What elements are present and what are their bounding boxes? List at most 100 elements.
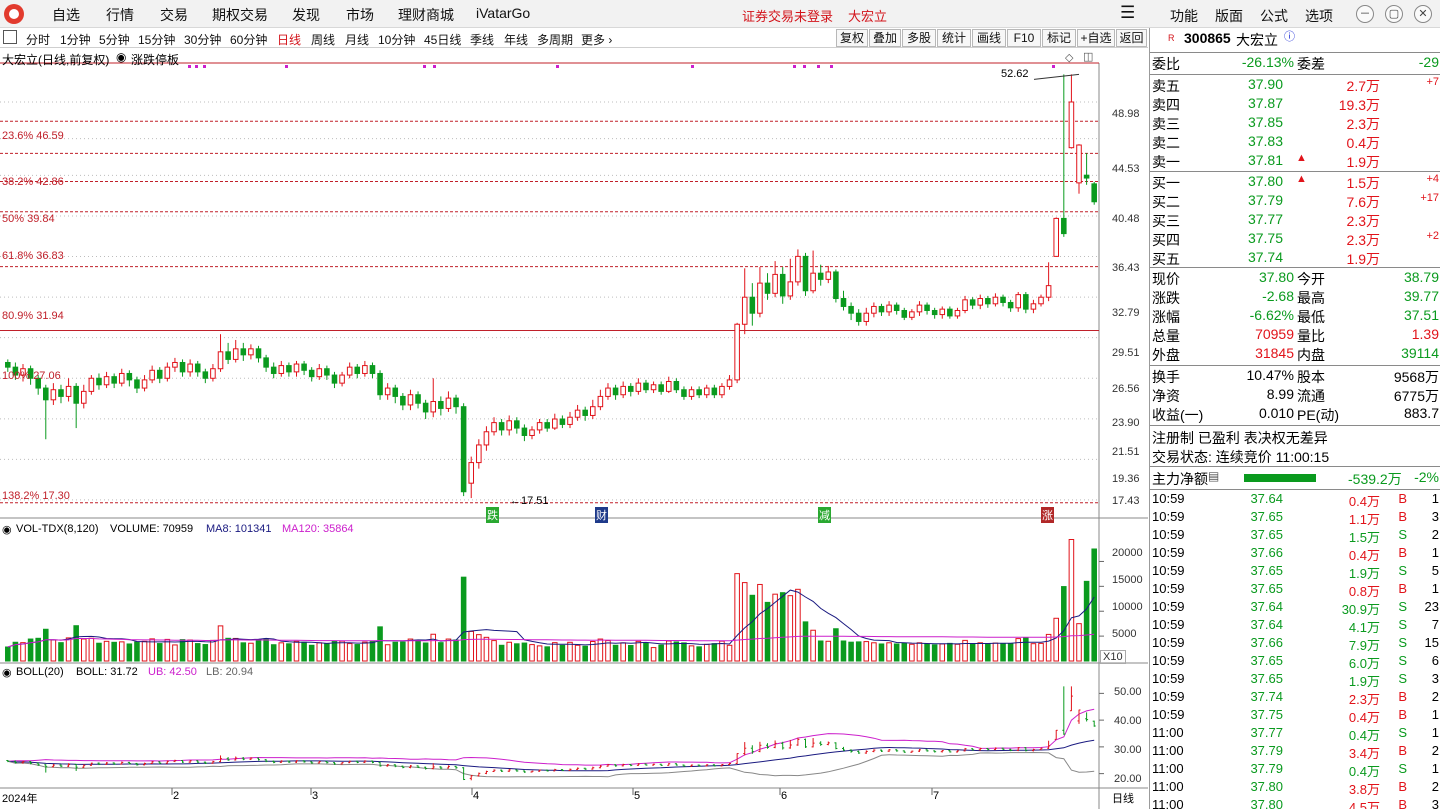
menu-item-market[interactable]: 行情 [106,5,134,25]
menu-item-discover[interactable]: 发现 [292,5,320,25]
menu-item-layout[interactable]: 版面 [1215,6,1243,26]
tick-row[interactable]: 10:59 37.74 2.3万 B 2 [1150,689,1440,707]
mark-button[interactable]: 标记 [1042,29,1076,47]
bid-row[interactable]: 买一 37.80 1.5万 +4 ▲ [1150,173,1440,191]
draw-line-button[interactable]: 画线 [972,29,1006,47]
bid-row[interactable]: 买三 37.77 2.3万 [1150,211,1440,229]
bid-row[interactable]: 买四 37.75 2.3万 +2 [1150,230,1440,248]
tick-row[interactable]: 11:00 37.79 0.4万 S 1 [1150,761,1440,779]
menu-item-markets[interactable]: 市场 [346,5,374,25]
tick-row[interactable]: 10:59 37.65 1.5万 S 2 [1150,527,1440,545]
tick-row[interactable]: 10:59 37.65 1.9万 S 3 [1150,671,1440,689]
stat-row[interactable]: 总量 70959 量比 1.39 [1150,326,1440,344]
tab-daily[interactable]: 日线 [277,31,301,48]
menu-item-functions[interactable]: 功能 [1170,6,1198,26]
close-icon[interactable]: ✕ [1414,5,1432,23]
tick-row[interactable]: 10:59 37.65 1.1万 B 3 [1150,509,1440,527]
tab-yearly[interactable]: 年线 [504,31,528,48]
event-marker-finance[interactable]: 财 [595,507,608,523]
kline-chart-svg[interactable] [0,49,1148,809]
ask-row[interactable]: 卖五 37.90 2.7万 +7 [1150,76,1440,94]
tab-60min[interactable]: 60分钟 [230,31,267,48]
bid-row[interactable]: 买二 37.79 7.6万 +17 [1150,192,1440,210]
tick-row[interactable]: 11:00 37.79 3.4万 B 2 [1150,743,1440,761]
tab-monthly[interactable]: 月线 [345,31,369,48]
event-marker-rise[interactable]: 涨 [1041,507,1054,523]
adjust-button[interactable]: 复权 [836,29,868,47]
menu-item-ivatargo[interactable]: iVatarGo [476,5,530,21]
tab-15min[interactable]: 15分钟 [138,31,175,48]
tick-list[interactable]: 10:59 37.64 0.4万 B 1 10:59 37.65 1.1万 B 3 10:59 37.… [1150,491,1440,809]
tab-5min[interactable]: 5分钟 [99,31,130,48]
tick-row[interactable]: 11:00 37.77 0.4万 S 1 [1150,725,1440,743]
menu-item-formula[interactable]: 公式 [1260,6,1288,26]
menu-item-settings[interactable]: 选项 [1305,6,1333,26]
tab-multi-period[interactable]: 多周期 [537,31,573,48]
indicator-tab[interactable]: 涨跌停板 [131,51,179,68]
layout-icon[interactable]: ◫ [1083,50,1093,63]
tab-45day[interactable]: 45日线 [424,31,461,48]
menu-item-trade[interactable]: 交易 [160,5,188,25]
boll-indicator-label[interactable]: BOLL(20) [16,666,64,678]
tick-row[interactable]: 10:59 37.64 0.4万 B 1 [1150,491,1440,509]
ask-row[interactable]: 卖二 37.83 0.4万 [1150,133,1440,151]
app-logo-icon[interactable] [4,4,24,24]
info-icon[interactable]: ⓘ [1284,28,1295,44]
tick-row[interactable]: 11:00 37.80 3.8万 B 2 [1150,779,1440,797]
stat-row[interactable]: 现价 37.80 今开 38.79 [1150,269,1440,287]
stat-row[interactable]: 换手 10.47% 股本 9568万 [1150,367,1440,385]
event-marker-drop[interactable]: 跌 [486,507,499,523]
tick-row[interactable]: 10:59 37.75 0.4万 B 1 [1150,707,1440,725]
bid-row[interactable]: 买五 37.74 1.9万 [1150,249,1440,267]
overlay-button[interactable]: 叠加 [869,29,901,47]
menu-item-wealth[interactable]: 理财商城 [398,5,454,25]
tab-more[interactable]: 更多 › [581,31,612,48]
stat-row[interactable]: 净资 8.99 流通 6775万 [1150,386,1440,404]
menu-item-watchlist[interactable]: 自选 [52,5,80,25]
volume-indicator-label[interactable]: VOL-TDX(8,120) [16,523,99,535]
stat-row[interactable]: 收益(一) 0.010 PE(动) 883.7 [1150,405,1440,423]
tab-1min[interactable]: 1分钟 [60,31,91,48]
tick-row[interactable]: 10:59 37.65 1.9万 S 5 [1150,563,1440,581]
tick-row[interactable]: 10:59 37.65 6.0万 S 6 [1150,653,1440,671]
tick-row[interactable]: 10:59 37.64 30.9万 S 23 [1150,599,1440,617]
boll-indicator-icon[interactable]: ◉ [2,666,12,679]
restore-icon[interactable]: ▢ [1385,5,1403,23]
f10-button[interactable]: F10 [1007,29,1041,47]
tab-10min[interactable]: 10分钟 [378,31,415,48]
limit-board-icon[interactable]: ◉ [116,50,126,64]
tick-side: S [1398,527,1407,542]
event-marker-reduce[interactable]: 减 [818,507,831,523]
login-status[interactable]: 证券交易未登录 [742,6,833,25]
tick-row[interactable]: 10:59 37.65 0.8万 B 1 [1150,581,1440,599]
ask-row[interactable]: 卖三 37.85 2.3万 [1150,114,1440,132]
stat-row[interactable]: 涨跌 -2.68 最高 39.77 [1150,288,1440,306]
volume-bar [468,630,475,662]
stat-row[interactable]: 涨幅 -6.62% 最低 37.51 [1150,307,1440,325]
tick-row[interactable]: 10:59 37.64 4.1万 S 7 [1150,617,1440,635]
date-axis-label: 4 [473,790,480,802]
list-icon[interactable]: ▤ [1208,469,1219,483]
stat-row[interactable]: 外盘 31845 内盘 39114 [1150,345,1440,363]
volume-indicator-icon[interactable]: ◉ [2,523,12,536]
date-axis-period[interactable]: 日线 [1112,790,1134,806]
ask-row[interactable]: 卖四 37.87 19.3万 [1150,95,1440,113]
tab-30min[interactable]: 30分钟 [184,31,221,48]
tab-quarterly[interactable]: 季线 [470,31,494,48]
diamond-icon[interactable]: ◇ [1065,51,1073,64]
multi-stock-button[interactable]: 多股 [902,29,936,47]
hamburger-icon[interactable]: ☰ [1120,3,1135,23]
panel-menu-icon[interactable] [3,30,17,44]
tab-timeshare[interactable]: 分时 [26,31,50,48]
minimize-icon[interactable]: － [1356,5,1374,23]
kline-chart-area[interactable]: 大宏立(日线,前复权) ◉ 涨跌停板 ◇ ◫ 48.98 44.53 40.48… [0,49,1148,809]
tab-weekly[interactable]: 周线 [311,31,335,48]
tick-row[interactable]: 10:59 37.66 0.4万 B 1 [1150,545,1440,563]
tick-row[interactable]: 11:00 37.80 4.5万 B 3 [1150,797,1440,809]
add-watchlist-button[interactable]: +自选 [1077,29,1115,47]
menu-item-options[interactable]: 期权交易 [212,5,268,25]
ask-row[interactable]: 卖一 37.81 1.9万 ▲ [1150,152,1440,170]
statistics-button[interactable]: 统计 [937,29,971,47]
back-button[interactable]: 返回 [1116,29,1147,47]
tick-row[interactable]: 10:59 37.66 7.9万 S 15 [1150,635,1440,653]
